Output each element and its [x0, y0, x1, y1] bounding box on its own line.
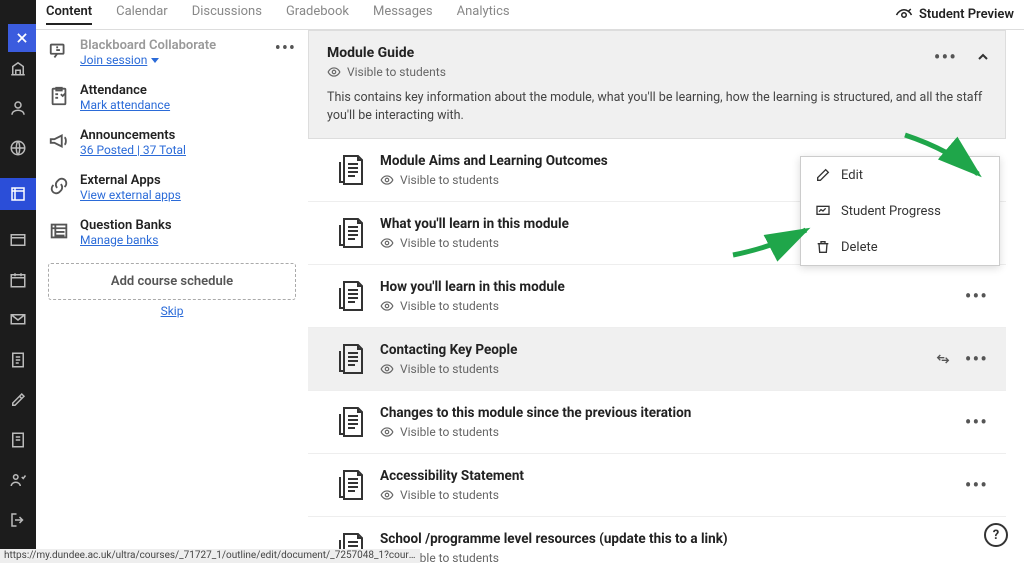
content-item-title: What you'll learn in this module [380, 216, 569, 232]
announcements-count-link[interactable]: 36 Posted | 37 Total [80, 143, 186, 157]
content-item-visibility[interactable]: Visible to students [380, 362, 517, 376]
eye-icon [327, 65, 341, 79]
content-item-title: Changes to this module since the previou… [380, 405, 691, 421]
document-icon [338, 469, 366, 501]
content-item-title: School /programme level resources (updat… [380, 531, 728, 547]
rail-icon-globe[interactable] [8, 138, 28, 158]
content-item-visibility[interactable]: Visible to students [380, 299, 565, 313]
tab-content[interactable]: Content [46, 4, 92, 25]
document-icon [338, 217, 366, 249]
rail-icon-calendar[interactable] [8, 270, 28, 290]
menu-delete[interactable]: Delete [801, 229, 999, 265]
sidebar-item-attendance[interactable]: Attendance Mark attendance [48, 75, 296, 120]
content-item-visibility[interactable]: Visible to students [380, 425, 691, 439]
content-item-title: How you'll learn in this module [380, 279, 565, 295]
sidebar-item-question-banks[interactable]: Question Banks Manage banks [48, 210, 296, 255]
content-item-title: Accessibility Statement [380, 468, 524, 484]
content-item[interactable]: Contacting Key People Visible to students… [308, 328, 1006, 391]
pencil-icon [815, 167, 831, 183]
module-header: Module Guide Visible to students This co… [308, 30, 1006, 139]
skip-link[interactable]: Skip [48, 304, 296, 318]
tab-messages[interactable]: Messages [373, 4, 433, 25]
sidebar-item-announcements[interactable]: Announcements 36 Posted | 37 Total [48, 120, 296, 165]
rail-icon-assist[interactable] [8, 430, 28, 450]
sidebar-item-external-apps[interactable]: External Apps View external apps [48, 165, 296, 210]
rail-icon-admin[interactable] [8, 470, 28, 490]
content-item-more-button[interactable]: ••• [965, 473, 988, 497]
content-item-more-button[interactable]: ••• [965, 347, 988, 371]
sidebar-item-title: Question Banks [80, 218, 172, 233]
document-icon [338, 280, 366, 312]
more-options-button[interactable]: ••• [275, 38, 296, 59]
module-more-options-button[interactable]: ••• [934, 45, 957, 69]
rail-icon-signout[interactable] [8, 510, 28, 530]
rail-icon-messages[interactable] [8, 310, 28, 330]
student-preview-label: Student Preview [919, 7, 1014, 22]
module-description: This contains key information about the … [327, 89, 987, 124]
menu-edit[interactable]: Edit [801, 157, 999, 193]
top-bar: Content Calendar Discussions Gradebook M… [36, 0, 1024, 30]
clipboard-icon [48, 85, 70, 107]
tab-analytics[interactable]: Analytics [457, 4, 510, 25]
document-icon [338, 154, 366, 186]
content-item-more-button[interactable]: ••• [965, 284, 988, 308]
left-rail [0, 0, 36, 563]
preview-icon [895, 6, 913, 24]
sidebar-item-title: Blackboard Collaborate [80, 38, 216, 53]
join-session-link[interactable]: Join session [80, 53, 159, 67]
content-item[interactable]: Accessibility Statement Visible to studen… [308, 454, 1006, 517]
collapse-module-button[interactable] [975, 49, 991, 65]
link-icon [48, 175, 70, 197]
rail-icon-grades[interactable] [8, 350, 28, 370]
item-context-menu: Edit Student Progress Delete [800, 156, 1000, 266]
megaphone-icon [48, 130, 70, 152]
student-preview-button[interactable]: Student Preview [895, 6, 1014, 24]
top-tabs: Content Calendar Discussions Gradebook M… [46, 4, 510, 25]
trash-icon [815, 239, 831, 255]
menu-student-progress[interactable]: Student Progress [801, 193, 999, 229]
main-content: Module Guide Visible to students This co… [308, 30, 1006, 563]
document-icon [338, 406, 366, 438]
help-button[interactable]: ? [984, 523, 1008, 547]
sidebar-item-title: Attendance [80, 83, 170, 98]
rail-icon-tools[interactable] [8, 390, 28, 410]
view-external-apps-link[interactable]: View external apps [80, 188, 181, 202]
content-item-more-button[interactable]: ••• [965, 410, 988, 434]
caret-down-icon [151, 58, 159, 63]
module-title: Module Guide [327, 45, 987, 61]
content-item-visibility[interactable]: Visible to students [380, 551, 728, 563]
content-item-title: Module Aims and Learning Outcomes [380, 153, 608, 169]
content-item[interactable]: Changes to this module since the previou… [308, 391, 1006, 454]
manage-banks-link[interactable]: Manage banks [80, 233, 158, 247]
add-course-schedule-button[interactable]: Add course schedule [48, 263, 296, 300]
reorder-handle[interactable] [935, 351, 951, 367]
content-item-visibility[interactable]: Visible to students [380, 236, 569, 250]
mark-attendance-link[interactable]: Mark attendance [80, 98, 170, 112]
tab-calendar[interactable]: Calendar [116, 4, 168, 25]
rail-icon-organizations[interactable] [8, 230, 28, 250]
content-item[interactable]: How you'll learn in this module Visible t… [308, 265, 1006, 328]
tab-discussions[interactable]: Discussions [192, 4, 262, 25]
progress-icon [815, 203, 831, 219]
sidebar-item-title: Announcements [80, 128, 186, 143]
sidebar-item-collaborate[interactable]: Blackboard Collaborate Join session ••• [48, 30, 296, 75]
module-visibility[interactable]: Visible to students [327, 65, 987, 79]
sidebar-item-title: External Apps [80, 173, 181, 188]
bank-icon [48, 220, 70, 242]
browser-status-bar: https://my.dundee.ac.uk/ultra/courses/_7… [0, 549, 420, 563]
document-icon [338, 343, 366, 375]
content-item-title: Contacting Key People [380, 342, 517, 358]
rail-icon-courses[interactable] [0, 178, 36, 210]
rail-icon-institution[interactable] [8, 58, 28, 78]
close-panel-button[interactable] [8, 24, 36, 52]
course-tools-panel: Blackboard Collaborate Join session ••• … [36, 30, 308, 563]
rail-icon-profile[interactable] [8, 98, 28, 118]
tab-gradebook[interactable]: Gradebook [286, 4, 349, 25]
content-item-visibility[interactable]: Visible to students [380, 488, 524, 502]
chat-icon [48, 40, 70, 62]
content-item-visibility[interactable]: Visible to students [380, 173, 608, 187]
